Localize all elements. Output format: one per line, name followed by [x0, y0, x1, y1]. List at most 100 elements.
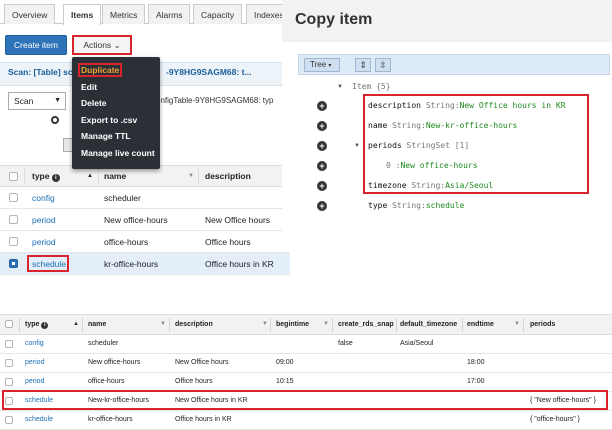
cell-type[interactable]: period — [25, 359, 44, 366]
column-header-description[interactable]: description — [175, 321, 213, 328]
column-header-type[interactable]: type i — [25, 321, 49, 329]
menu-item-duplicate[interactable]: Duplicate — [81, 65, 119, 75]
cell-begintime: 09:00 — [276, 359, 294, 366]
caret-down-icon: ▼ — [54, 97, 61, 104]
column-divider — [198, 168, 199, 184]
scan-mode-select[interactable]: Scan ▼ — [8, 92, 66, 110]
tree-root: Item {5} — [352, 82, 391, 91]
column-divider — [82, 318, 83, 332]
highlight-box — [363, 94, 589, 194]
column-header-default-timezone[interactable]: default_timezone — [400, 321, 457, 328]
cell-periods: { "office-hours" } — [530, 416, 580, 423]
column-divider — [19, 318, 20, 332]
cell-description: Office hours — [205, 237, 251, 247]
cell-type[interactable]: config — [25, 340, 44, 347]
collapse-triangle-icon[interactable]: ▼ — [354, 143, 360, 149]
sort-icon[interactable]: ▼ — [514, 321, 520, 327]
cell-type[interactable]: period — [25, 378, 44, 385]
cell-endtime: 18:00 — [467, 359, 485, 366]
select-all-checkbox[interactable] — [5, 320, 13, 328]
cell-name: scheduler — [88, 340, 119, 347]
tab-capacity[interactable]: Capacity — [193, 4, 243, 24]
actions-menu: Duplicate Edit Delete Export to .csv Man… — [72, 57, 160, 169]
menu-item-manage-ttl[interactable]: Manage TTL — [81, 131, 131, 141]
column-header-begintime[interactable]: begintime — [276, 321, 309, 328]
sort-icon[interactable]: ▼ — [323, 321, 329, 327]
actions-button[interactable]: Actions ⌄ — [72, 35, 132, 55]
column-divider — [523, 318, 524, 332]
dynamodb-console-panel: Overview Items Metrics Alarms Capacity I… — [0, 0, 290, 278]
actions-label: Actions — [83, 40, 112, 50]
add-icon[interactable]: + — [317, 181, 327, 191]
menu-item-export-csv[interactable]: Export to .csv — [81, 115, 137, 125]
row-checkbox[interactable] — [9, 237, 18, 246]
table-row[interactable]: config scheduler — [0, 187, 290, 209]
cell-type[interactable]: schedule — [25, 416, 53, 423]
scan-table-label: onfigTable-9Y8HG9SAGM68: typ — [156, 96, 274, 105]
column-header-type[interactable]: type i — [32, 171, 60, 182]
editor-toolbar: Tree ▾ ⇕ ⇳ — [298, 54, 610, 75]
column-divider — [462, 318, 463, 332]
column-header-create-rds-snap[interactable]: create_rds_snap — [338, 321, 394, 328]
tab-alarms[interactable]: Alarms — [148, 4, 191, 24]
add-icon[interactable]: + — [317, 121, 327, 131]
add-icon[interactable]: + — [317, 141, 327, 151]
sort-ascending-icon[interactable]: ▲ — [87, 173, 93, 179]
row-checkbox[interactable] — [9, 215, 18, 224]
radio-icon[interactable] — [51, 116, 59, 124]
attr-key: type — [368, 201, 388, 210]
add-icon[interactable]: + — [317, 161, 327, 171]
expand-all-icon[interactable]: ⇕ — [355, 58, 371, 72]
row-checkbox[interactable] — [5, 416, 13, 424]
row-checkbox[interactable] — [5, 378, 13, 386]
cell-name: scheduler — [104, 193, 141, 203]
menu-item-delete[interactable]: Delete — [81, 98, 107, 108]
tab-items[interactable]: Items — [63, 4, 102, 25]
column-header-endtime[interactable]: endtime — [467, 321, 494, 328]
column-header-description[interactable]: description — [205, 171, 251, 181]
copy-item-dialog: Copy item Tree ▾ ⇕ ⇳ ▼ Item {5} + descri… — [282, 0, 612, 238]
scan-results-grid: type i ▲ name ▼ description ▼ begintime … — [0, 314, 612, 430]
cell-name: office-hours — [88, 378, 125, 385]
cell-type[interactable]: period — [32, 237, 56, 247]
table-row[interactable]: period New office-hours New Office hours — [0, 209, 290, 231]
cell-description: Office hours in KR — [175, 416, 232, 423]
add-icon[interactable]: + — [317, 201, 327, 211]
add-icon[interactable]: + — [317, 101, 327, 111]
column-header-name[interactable]: name — [104, 171, 126, 181]
sort-ascending-icon[interactable]: ▲ — [73, 321, 79, 327]
select-all-checkbox[interactable] — [9, 172, 18, 181]
cell-type[interactable]: config — [32, 193, 55, 203]
tab-overview[interactable]: Overview — [4, 4, 56, 24]
view-mode-value: Tree — [310, 60, 327, 69]
cell-description: New Office hours — [205, 215, 271, 225]
view-mode-dropdown[interactable]: Tree ▾ — [304, 58, 340, 72]
column-header-name[interactable]: name — [88, 321, 106, 328]
cell-begintime: 10:15 — [276, 378, 294, 385]
tab-metrics[interactable]: Metrics — [102, 4, 146, 24]
table-row[interactable]: config scheduler false Asia/Seoul — [0, 335, 612, 354]
column-divider — [332, 318, 333, 332]
table-row[interactable]: period office-hours Office hours — [0, 231, 290, 253]
collapse-all-icon[interactable]: ⇳ — [375, 58, 391, 72]
chevron-down-icon: ⌄ — [113, 40, 121, 50]
highlight-box — [2, 390, 608, 410]
table-row[interactable]: period New office-hours New Office hours… — [0, 354, 612, 373]
row-checkbox[interactable] — [9, 193, 18, 202]
sort-icon[interactable]: ▼ — [160, 321, 166, 327]
menu-item-edit[interactable]: Edit — [81, 82, 97, 92]
cell-create-rds-snap: false — [338, 340, 353, 347]
cell-type[interactable]: period — [32, 215, 56, 225]
cell-name: New office-hours — [104, 215, 168, 225]
column-header-periods[interactable]: periods — [530, 321, 555, 328]
row-checkbox[interactable] — [5, 359, 13, 367]
sort-icon[interactable]: ▼ — [262, 321, 268, 327]
create-item-button[interactable]: Create item — [5, 35, 67, 55]
sort-icon[interactable]: ▼ — [188, 173, 194, 179]
tree-attr-type[interactable]: type String:schedule — [368, 201, 464, 210]
menu-item-manage-live-count[interactable]: Manage live count — [81, 148, 155, 158]
collapse-triangle-icon[interactable]: ▼ — [337, 84, 343, 90]
table-row[interactable]: schedule kr-office-hours Office hours in… — [0, 411, 612, 430]
row-checkbox-checked[interactable] — [9, 259, 18, 268]
row-checkbox[interactable] — [5, 340, 13, 348]
